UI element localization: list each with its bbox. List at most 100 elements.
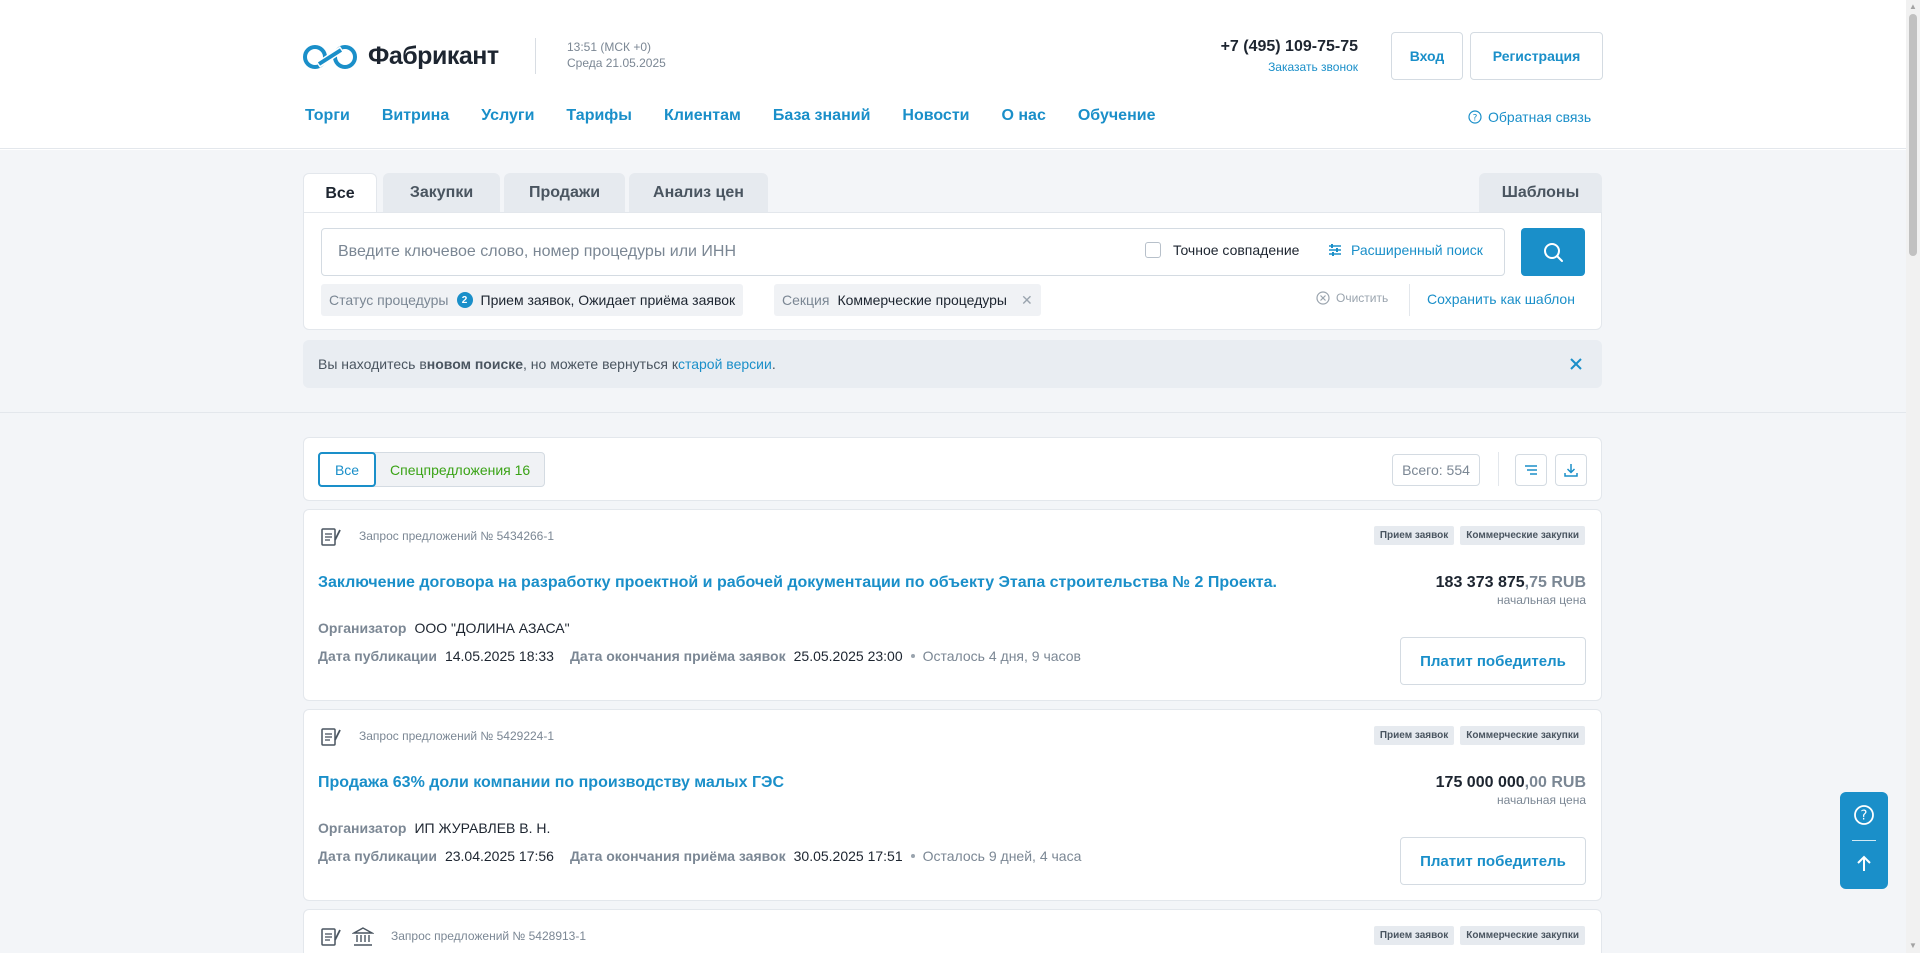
deadline-date: 30.05.2025 17:51 <box>793 848 903 864</box>
procedure-title[interactable]: Продажа 63% доли компании по производств… <box>318 774 784 792</box>
procedure-number[interactable]: Запрос предложений № 5429224-1 <box>359 729 554 743</box>
scrollbar-thumb[interactable] <box>1909 14 1917 256</box>
exact-match-toggle[interactable]: Точное совпадение <box>1145 242 1299 258</box>
organizer-name[interactable]: ИП ЖУРАВЛЕВ В. Н. <box>414 820 550 836</box>
download-icon <box>1564 464 1578 477</box>
svg-text:?: ? <box>1861 809 1868 824</box>
organizer-name[interactable]: ООО "ДОЛИНА АЗАСА" <box>414 620 569 636</box>
header-divider <box>535 38 536 74</box>
tab-templates[interactable]: Шаблоны <box>1479 173 1602 213</box>
scroll-down-icon[interactable]: ▼ <box>1909 941 1917 951</box>
results-filter-special[interactable]: Спецпредложения 16 <box>376 453 544 486</box>
advanced-search-link[interactable]: Расширенный поиск <box>1327 242 1483 258</box>
filter-chip-section[interactable]: Секция Коммерческие процедуры ✕ <box>774 284 1041 316</box>
new-search-notice: Вы находитесь в новом поиске , но можете… <box>303 340 1602 388</box>
procedure-title[interactable]: Заключение договора на разработку проект… <box>318 574 1277 592</box>
sort-button[interactable] <box>1515 454 1547 486</box>
logo[interactable]: Фабрикант <box>302 42 499 71</box>
callback-link[interactable]: Заказать звонок <box>1200 60 1358 74</box>
card-tags: Прием заявок Коммерческие закупки <box>1373 526 1585 545</box>
winner-pays-button[interactable]: Платит победитель <box>1400 837 1586 885</box>
nav-item-news[interactable]: Новости <box>902 107 969 125</box>
tab-price-analysis[interactable]: Анализ цен <box>629 173 768 213</box>
toolbar-divider <box>1498 452 1499 486</box>
exact-match-label: Точное совпадение <box>1173 242 1300 258</box>
section-badge: Коммерческие закупки <box>1460 926 1585 945</box>
publication-label: Дата публикации <box>318 648 437 664</box>
nav-item-knowledge[interactable]: База знаний <box>773 107 871 125</box>
procedure-price: 175 000 000,00 RUB начальная цена <box>1436 774 1586 807</box>
search-section-divider <box>0 412 1906 413</box>
price-decimal: ,75 RUB <box>1524 574 1586 591</box>
clear-filters-label: Очистить <box>1336 291 1389 305</box>
exact-match-checkbox[interactable] <box>1145 242 1161 258</box>
filter-section-value: Коммерческие процедуры <box>837 292 1007 308</box>
register-button[interactable]: Регистрация <box>1470 32 1603 80</box>
clear-filters-button[interactable]: Очистить <box>1316 291 1388 305</box>
procedure-number[interactable]: Запрос предложений № 5428913-1 <box>391 929 586 943</box>
organizer-row: Организатор ООО "ДОЛИНА АЗАСА" <box>318 620 586 636</box>
notice-prefix: Вы находитесь в <box>318 356 427 372</box>
time-left: Осталось 4 дня, 9 часов <box>922 648 1081 664</box>
nav-item-uslugi[interactable]: Услуги <box>481 107 534 125</box>
government-building-icon <box>352 927 374 946</box>
request-proposals-icon <box>321 928 341 946</box>
scroll-up-icon[interactable]: ▲ <box>1909 2 1917 12</box>
notice-middle: , но можете вернуться к <box>523 356 678 372</box>
filter-status-count: 2 <box>456 292 473 308</box>
search-icon <box>1544 243 1563 262</box>
winner-pays-button[interactable]: Платит победитель <box>1400 637 1586 685</box>
login-button[interactable]: Вход <box>1391 32 1463 80</box>
procedure-card: Запрос предложений № 5429224-1 Прием зая… <box>303 709 1602 901</box>
price-decimal: ,00 RUB <box>1524 774 1586 791</box>
floating-divider <box>1852 840 1876 841</box>
tab-all[interactable]: Все <box>303 173 377 214</box>
price-label: начальная цена <box>1496 593 1586 607</box>
publication-label: Дата публикации <box>318 848 437 864</box>
page-scrollbar[interactable]: ▲ ▼ <box>1906 0 1920 953</box>
sort-icon <box>1525 465 1537 475</box>
server-time: 13:51 (МСК +0) <box>567 40 652 54</box>
remove-filter-icon[interactable]: ✕ <box>1021 292 1033 309</box>
close-icon[interactable] <box>1566 354 1586 374</box>
feedback-link[interactable]: ? Обратная связь <box>1468 109 1591 125</box>
price-integer: 183 373 875 <box>1435 574 1525 591</box>
search-button[interactable] <box>1521 228 1585 276</box>
nav-item-about[interactable]: О нас <box>1002 107 1046 125</box>
nav-item-torgi[interactable]: Торги <box>305 107 350 125</box>
help-circle-icon: ? <box>1468 110 1482 124</box>
nav-item-tarify[interactable]: Тарифы <box>566 107 632 125</box>
search-input[interactable] <box>338 229 1138 275</box>
save-template-link[interactable]: Сохранить как шаблон <box>1427 291 1575 307</box>
help-icon[interactable]: ? <box>1853 804 1875 826</box>
clear-circle-icon <box>1316 291 1330 305</box>
status-badge: Прием заявок <box>1373 726 1455 745</box>
results-total: Всего: 554 <box>1392 454 1480 486</box>
nav-item-vitrina[interactable]: Витрина <box>382 107 449 125</box>
separator-dot <box>910 854 915 858</box>
tab-sales[interactable]: Продажи <box>504 173 625 213</box>
procedure-number[interactable]: Запрос предложений № 5434266-1 <box>359 529 554 543</box>
nav-item-klientam[interactable]: Клиентам <box>664 107 741 125</box>
nav-item-education[interactable]: Обучение <box>1078 107 1156 125</box>
old-version-link[interactable]: старой версии <box>678 356 772 372</box>
section-badge: Коммерческие закупки <box>1460 726 1585 745</box>
arrow-up-icon[interactable] <box>1854 854 1874 874</box>
logo-mark-icon <box>303 44 357 69</box>
status-badge: Прием заявок <box>1373 526 1455 545</box>
download-button[interactable] <box>1555 454 1587 486</box>
phone-number[interactable]: +7 (495) 109-75-75 <box>1200 38 1358 56</box>
filter-chip-status[interactable]: Статус процедуры 2 Прием заявок, Ожидает… <box>321 284 744 316</box>
filter-status-key: Статус процедуры <box>329 292 449 308</box>
results-filter-all[interactable]: Все <box>318 452 376 487</box>
procedure-card: Запрос предложений № 5434266-1 Прием зая… <box>303 509 1602 701</box>
organizer-label: Организатор <box>318 820 407 836</box>
deadline-label: Дата окончания приёма заявок <box>569 848 786 864</box>
publication-date: 23.04.2025 17:56 <box>444 848 554 864</box>
phone-block: +7 (495) 109-75-75 Заказать звонок <box>1200 38 1358 74</box>
tab-purchases[interactable]: Закупки <box>383 173 500 213</box>
organizer-label: Организатор <box>318 620 407 636</box>
notice-bold: новом поиске <box>426 356 524 372</box>
card-tags: Прием заявок Коммерческие закупки <box>1373 726 1585 745</box>
feedback-label: Обратная связь <box>1488 109 1592 125</box>
